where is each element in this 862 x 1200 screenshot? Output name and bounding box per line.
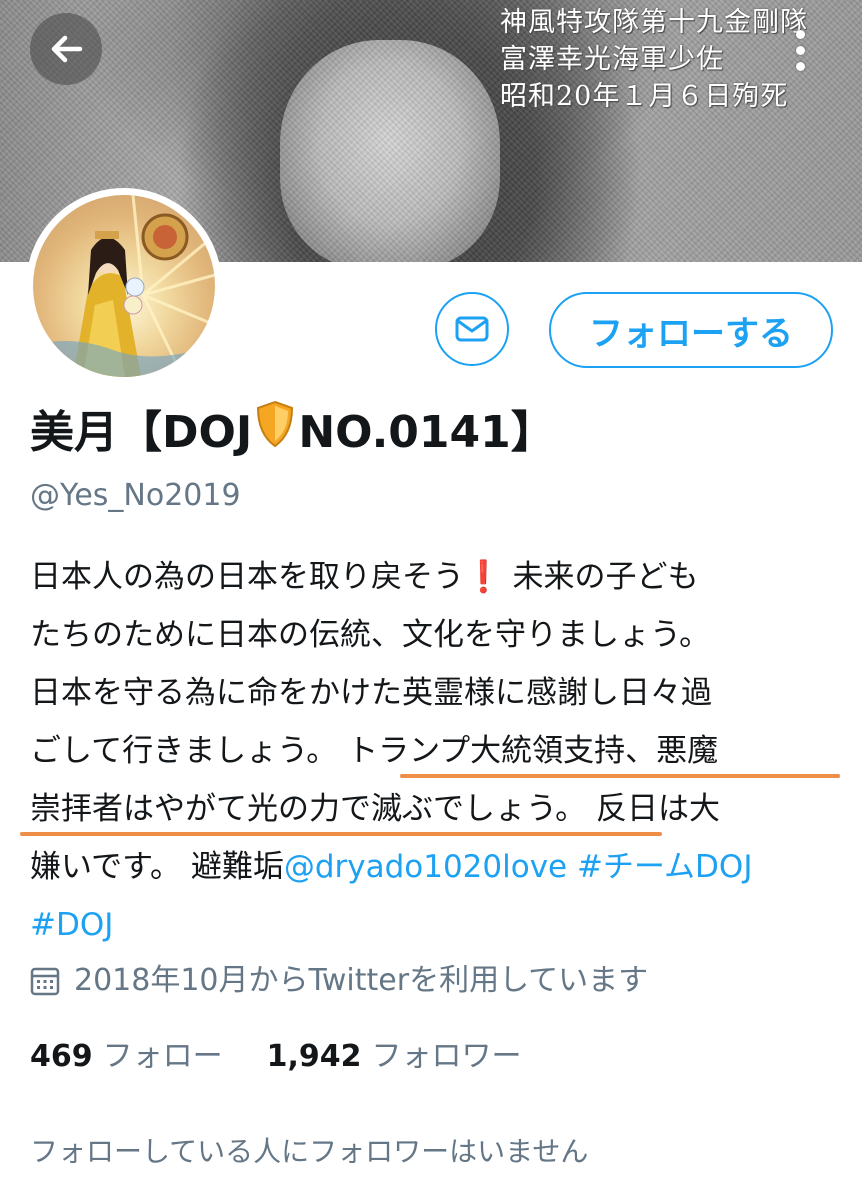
bio: 日本人の為の日本を取り戻そう❗ 未来の子ども たちのために日本の伝統、文化を守り… xyxy=(20,548,840,954)
display-name-suffix: NO.0141】 xyxy=(298,406,555,458)
mail-icon xyxy=(455,316,489,342)
more-options-button[interactable] xyxy=(780,14,820,86)
mention-link[interactable]: @dryado1020love xyxy=(284,849,567,885)
bio-line: 崇拝者はやがて光の力で滅ぶでしょう。 反日は大 xyxy=(20,780,840,838)
bio-line: 嫌いです。 避難垢@dryado1020love #チームDOJ xyxy=(30,849,753,885)
followers-link[interactable]: 1,942 フォロワー xyxy=(267,1039,522,1074)
join-date-text: 2018年10月からTwitterを利用しています xyxy=(74,963,649,998)
hashtag-link[interactable]: #DOJ xyxy=(30,907,113,943)
message-button[interactable] xyxy=(435,292,509,366)
follow-stats: 469 フォロー 1,942 フォロワー xyxy=(30,1034,522,1080)
hashtag-link[interactable]: #チームDOJ xyxy=(577,849,752,885)
shield-icon xyxy=(254,400,296,465)
user-handle: @Yes_No2019 xyxy=(30,478,241,513)
calendar-icon xyxy=(30,967,60,996)
mutual-followers-notice: フォローしている人にフォロワーはいません xyxy=(30,1135,589,1168)
bio-line: たちのために日本の伝統、文化を守りましょう。 xyxy=(30,617,711,653)
bio-line: 日本を守る為に命をかけた英霊様に感謝し日々過 xyxy=(30,675,712,711)
following-link[interactable]: 469 フォロー xyxy=(30,1039,223,1074)
exclamation-icon: ❗ xyxy=(464,559,503,595)
arrow-left-icon xyxy=(51,35,83,63)
followers-count: 1,942 xyxy=(266,1039,362,1074)
highlight-underline xyxy=(400,774,840,778)
display-name-prefix: 美月【DOJ xyxy=(30,406,253,458)
back-button[interactable] xyxy=(30,13,102,85)
followers-label: フォロワー xyxy=(371,1039,522,1074)
bio-line: 日本人の為の日本を取り戻そう❗ 未来の子ども xyxy=(30,559,699,595)
following-count: 469 xyxy=(30,1039,93,1074)
follow-button[interactable]: フォローする xyxy=(549,292,833,368)
join-date: 2018年10月からTwitterを利用しています xyxy=(30,958,648,1004)
avatar[interactable] xyxy=(26,188,222,384)
following-label: フォロー xyxy=(102,1039,223,1074)
avatar-image xyxy=(33,195,215,377)
more-vertical-icon xyxy=(795,29,805,39)
bio-line: ごして行きましょう。 トランプ大統領支持、悪魔 xyxy=(30,722,840,780)
bio-line: #DOJ xyxy=(30,896,840,954)
display-name: 美月【DOJ NO.0141】 xyxy=(30,400,555,465)
highlight-underline xyxy=(20,832,662,836)
